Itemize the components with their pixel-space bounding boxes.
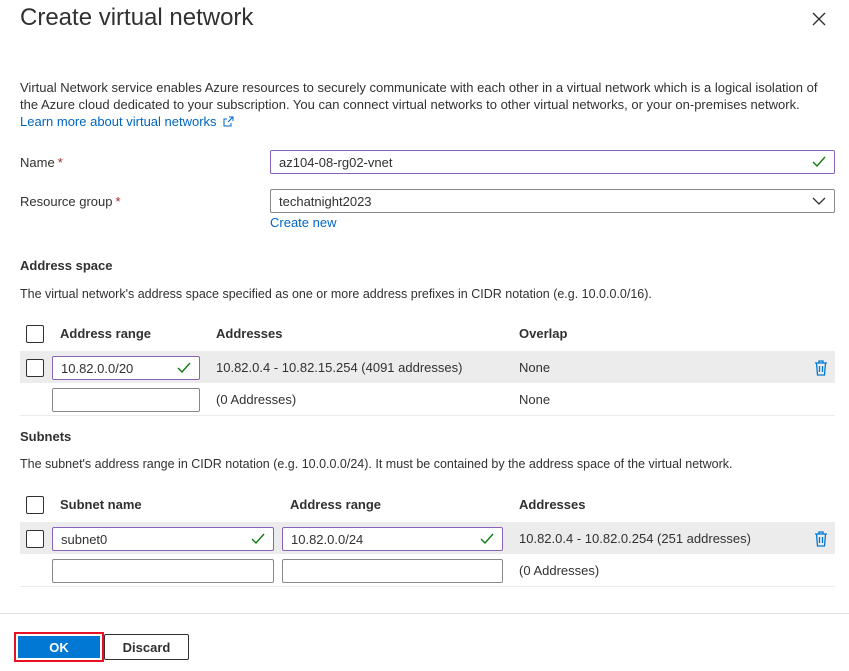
subnet-range-value: 10.82.0.0/24 [291,531,364,547]
address-space-description: The virtual network's address space spec… [20,287,652,301]
column-subnet-addresses: Addresses [519,497,586,512]
resource-group-select[interactable]: techatnight2023 [270,189,835,213]
subnet-range-input[interactable]: 10.82.0.0/24 [282,527,503,551]
chevron-down-icon [812,197,826,205]
dialog-description: Virtual Network service enables Azure re… [20,79,830,130]
subnet-addresses-cell: 10.82.0.4 - 10.82.0.254 (251 addresses) [519,531,751,546]
subnet-name-value: subnet0 [61,531,108,547]
addresses-cell: 10.82.0.4 - 10.82.15.254 (4091 addresses… [216,360,463,375]
address-select-all-checkbox[interactable] [26,325,44,343]
create-new-link[interactable]: Create new [270,215,336,230]
subnets-heading: Subnets [20,429,72,444]
check-icon [812,156,826,168]
column-address-range: Address range [60,326,152,341]
close-icon[interactable] [810,10,828,28]
learn-more-label: Learn more about virtual networks [20,114,217,129]
new-subnet-name-input[interactable] [52,559,274,583]
subnet-name-input[interactable]: subnet0 [52,527,274,551]
overlap-cell: None [519,360,551,375]
resource-group-label-text: Resource group [20,194,113,209]
required-marker: * [115,194,121,209]
check-icon [480,533,494,545]
address-range-value: 10.82.0.0/20 [61,360,134,376]
name-input[interactable]: az104-08-rg02-vnet [270,150,835,174]
learn-more-link[interactable]: Learn more about virtual networks [20,114,234,129]
new-subnet-range-input[interactable] [282,559,503,583]
address-space-heading: Address space [20,258,113,273]
overlap-cell: None [519,392,551,407]
name-label-text: Name [20,155,55,170]
discard-button[interactable]: Discard [104,634,189,660]
external-link-icon [223,116,234,127]
row-divider [20,586,835,587]
address-range-input[interactable]: 10.82.0.0/20 [52,356,200,380]
subnet-select-all-checkbox[interactable] [26,496,44,514]
check-icon [251,533,265,545]
row-checkbox[interactable] [26,359,44,377]
name-input-value: az104-08-rg02-vnet [279,154,393,170]
name-label: Name * [20,155,63,170]
resource-group-value: techatnight2023 [279,193,372,209]
delete-icon[interactable] [813,530,829,548]
column-subnet-name: Subnet name [60,497,142,512]
subnet-addresses-cell: (0 Addresses) [519,563,600,578]
row-divider [20,415,835,416]
column-addresses: Addresses [216,326,283,341]
description-text: Virtual Network service enables Azure re… [20,80,818,112]
check-icon [177,362,191,374]
footer-divider [0,613,849,614]
column-subnet-address-range: Address range [290,497,382,512]
row-checkbox[interactable] [26,530,44,548]
dialog-title: Create virtual network [20,4,254,31]
addresses-cell: (0 Addresses) [216,392,297,407]
column-overlap: Overlap [519,326,568,341]
required-marker: * [57,155,63,170]
delete-icon[interactable] [813,359,829,377]
subnets-description: The subnet's address range in CIDR notat… [20,457,733,471]
new-address-range-input[interactable] [52,388,200,412]
ok-button[interactable]: OK [18,636,100,658]
resource-group-label: Resource group * [20,194,121,209]
